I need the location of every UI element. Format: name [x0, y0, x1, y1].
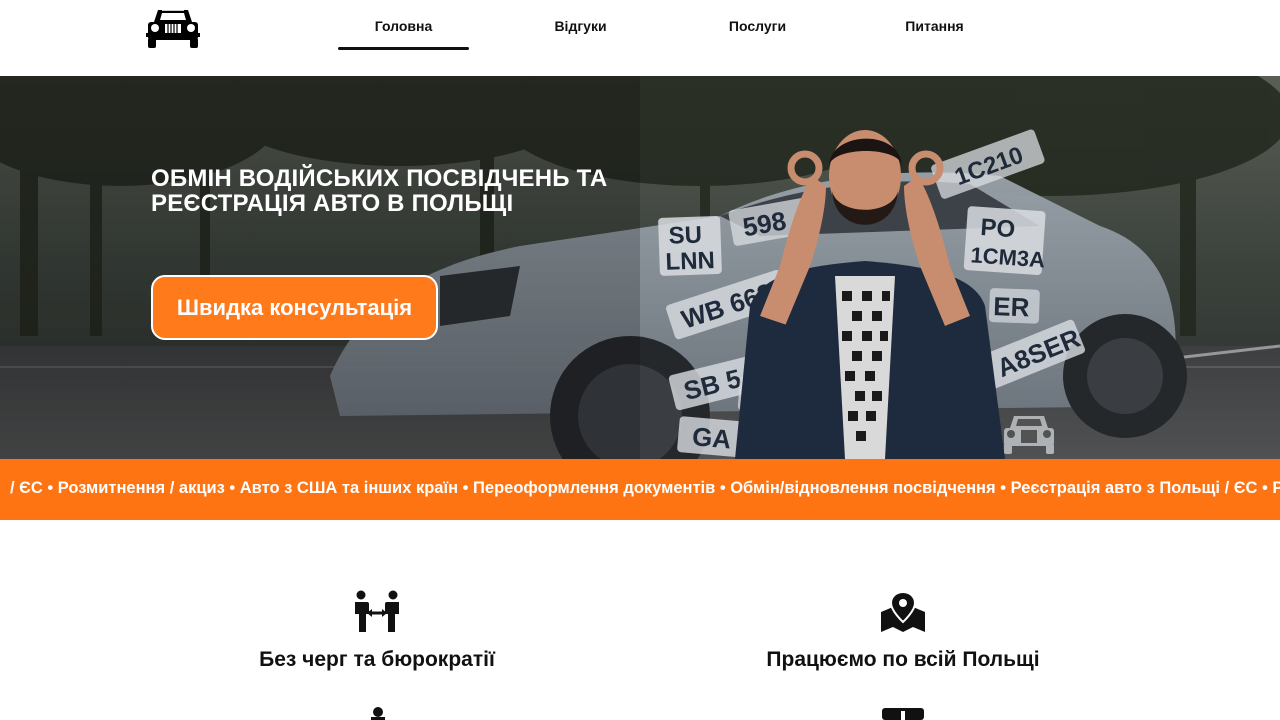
nav-item-services[interactable]: Послуги — [692, 0, 823, 52]
hero-background-image: SULNN WB 662 SB 5 GA 28 598 DW PO1CM3A 1… — [0, 76, 1280, 459]
people-exchange-icon — [355, 590, 399, 632]
nav-item-reviews[interactable]: Відгуки — [515, 0, 646, 52]
vintage-car-watermark-icon — [1004, 416, 1054, 454]
vintage-car-icon[interactable] — [142, 6, 204, 50]
document-icon — [882, 708, 924, 720]
map-pin-icon — [881, 590, 925, 632]
hero-banner: SULNN WB 662 SB 5 GA 28 598 DW PO1CM3A 1… — [0, 76, 1280, 459]
svg-text:SU: SU — [668, 221, 702, 249]
svg-text:1CM3A: 1CM3A — [970, 242, 1046, 272]
feature-title: Без черг та бюрократії — [259, 648, 495, 671]
feature-title: Працюємо по всій Польщі — [766, 648, 1040, 671]
nav-item-home[interactable]: Головна — [338, 0, 469, 52]
main-nav: Головна Відгуки Послуги Питання — [338, 0, 1046, 76]
feature-no-queues: Без черг та бюрократії — [177, 590, 577, 672]
hero-title: ОБМІН ВОДІЙСЬКИХ ПОСВІДЧЕНЬ ТА РЕЄСТРАЦІ… — [151, 165, 608, 217]
svg-text:ER: ER — [993, 291, 1030, 322]
svg-text:LNN: LNN — [665, 247, 715, 276]
feature-all-poland: Працюємо по всій Польщі — [703, 590, 1103, 672]
svg-text:PO: PO — [980, 214, 1016, 243]
quick-consultation-button[interactable]: Швидка консультація — [151, 275, 438, 340]
person-icon — [371, 707, 385, 720]
site-header: Головна Відгуки Послуги Питання — [0, 0, 1280, 76]
nav-item-faq[interactable]: Питання — [869, 0, 1000, 52]
features-section: Без черг та бюрократії Працюємо по всій … — [0, 520, 1280, 720]
ticker-text: / ЄС • Розмитнення / акциз • Авто з США … — [10, 479, 1280, 497]
services-ticker: / ЄС • Розмитнення / акциз • Авто з США … — [0, 459, 1280, 520]
